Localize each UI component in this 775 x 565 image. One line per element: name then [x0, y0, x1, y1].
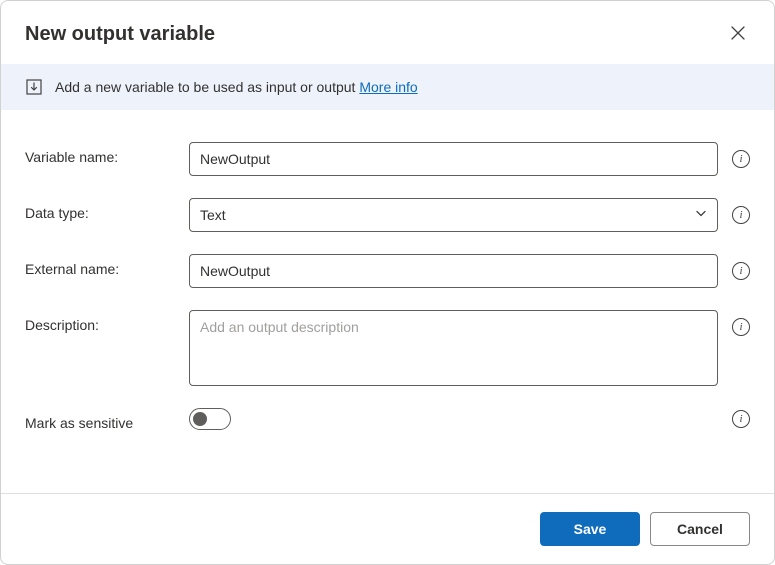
- new-output-variable-dialog: New output variable Add a new variable t…: [0, 0, 775, 565]
- variable-icon: [25, 78, 43, 96]
- variable-name-label: Variable name:: [25, 142, 189, 165]
- data-type-select[interactable]: Text: [189, 198, 718, 232]
- info-banner-text: Add a new variable to be used as input o…: [55, 79, 418, 95]
- sensitive-row: Mark as sensitive i: [25, 408, 750, 431]
- cancel-button[interactable]: Cancel: [650, 512, 750, 546]
- save-button[interactable]: Save: [540, 512, 640, 546]
- info-icon[interactable]: i: [732, 262, 750, 280]
- sensitive-label: Mark as sensitive: [25, 408, 189, 431]
- dialog-footer: Save Cancel: [1, 493, 774, 564]
- data-type-row: Data type: Text i: [25, 198, 750, 232]
- close-button[interactable]: [726, 21, 750, 48]
- description-input[interactable]: [189, 310, 718, 386]
- external-name-row: External name: i: [25, 254, 750, 288]
- variable-name-row: Variable name: i: [25, 142, 750, 176]
- more-info-link[interactable]: More info: [359, 79, 417, 95]
- info-icon[interactable]: i: [732, 410, 750, 428]
- info-icon[interactable]: i: [732, 318, 750, 336]
- info-banner: Add a new variable to be used as input o…: [1, 64, 774, 110]
- external-name-input[interactable]: [189, 254, 718, 288]
- description-label: Description:: [25, 310, 189, 333]
- data-type-label: Data type:: [25, 198, 189, 221]
- external-name-label: External name:: [25, 254, 189, 277]
- dialog-title: New output variable: [25, 23, 215, 46]
- form-body: Variable name: i Data type: Text i: [1, 110, 774, 493]
- info-icon[interactable]: i: [732, 150, 750, 168]
- variable-name-input[interactable]: [189, 142, 718, 176]
- toggle-knob: [193, 412, 207, 426]
- sensitive-toggle[interactable]: [189, 408, 231, 430]
- description-row: Description: i: [25, 310, 750, 386]
- info-icon[interactable]: i: [732, 206, 750, 224]
- close-icon: [730, 25, 746, 44]
- dialog-header: New output variable: [1, 1, 774, 64]
